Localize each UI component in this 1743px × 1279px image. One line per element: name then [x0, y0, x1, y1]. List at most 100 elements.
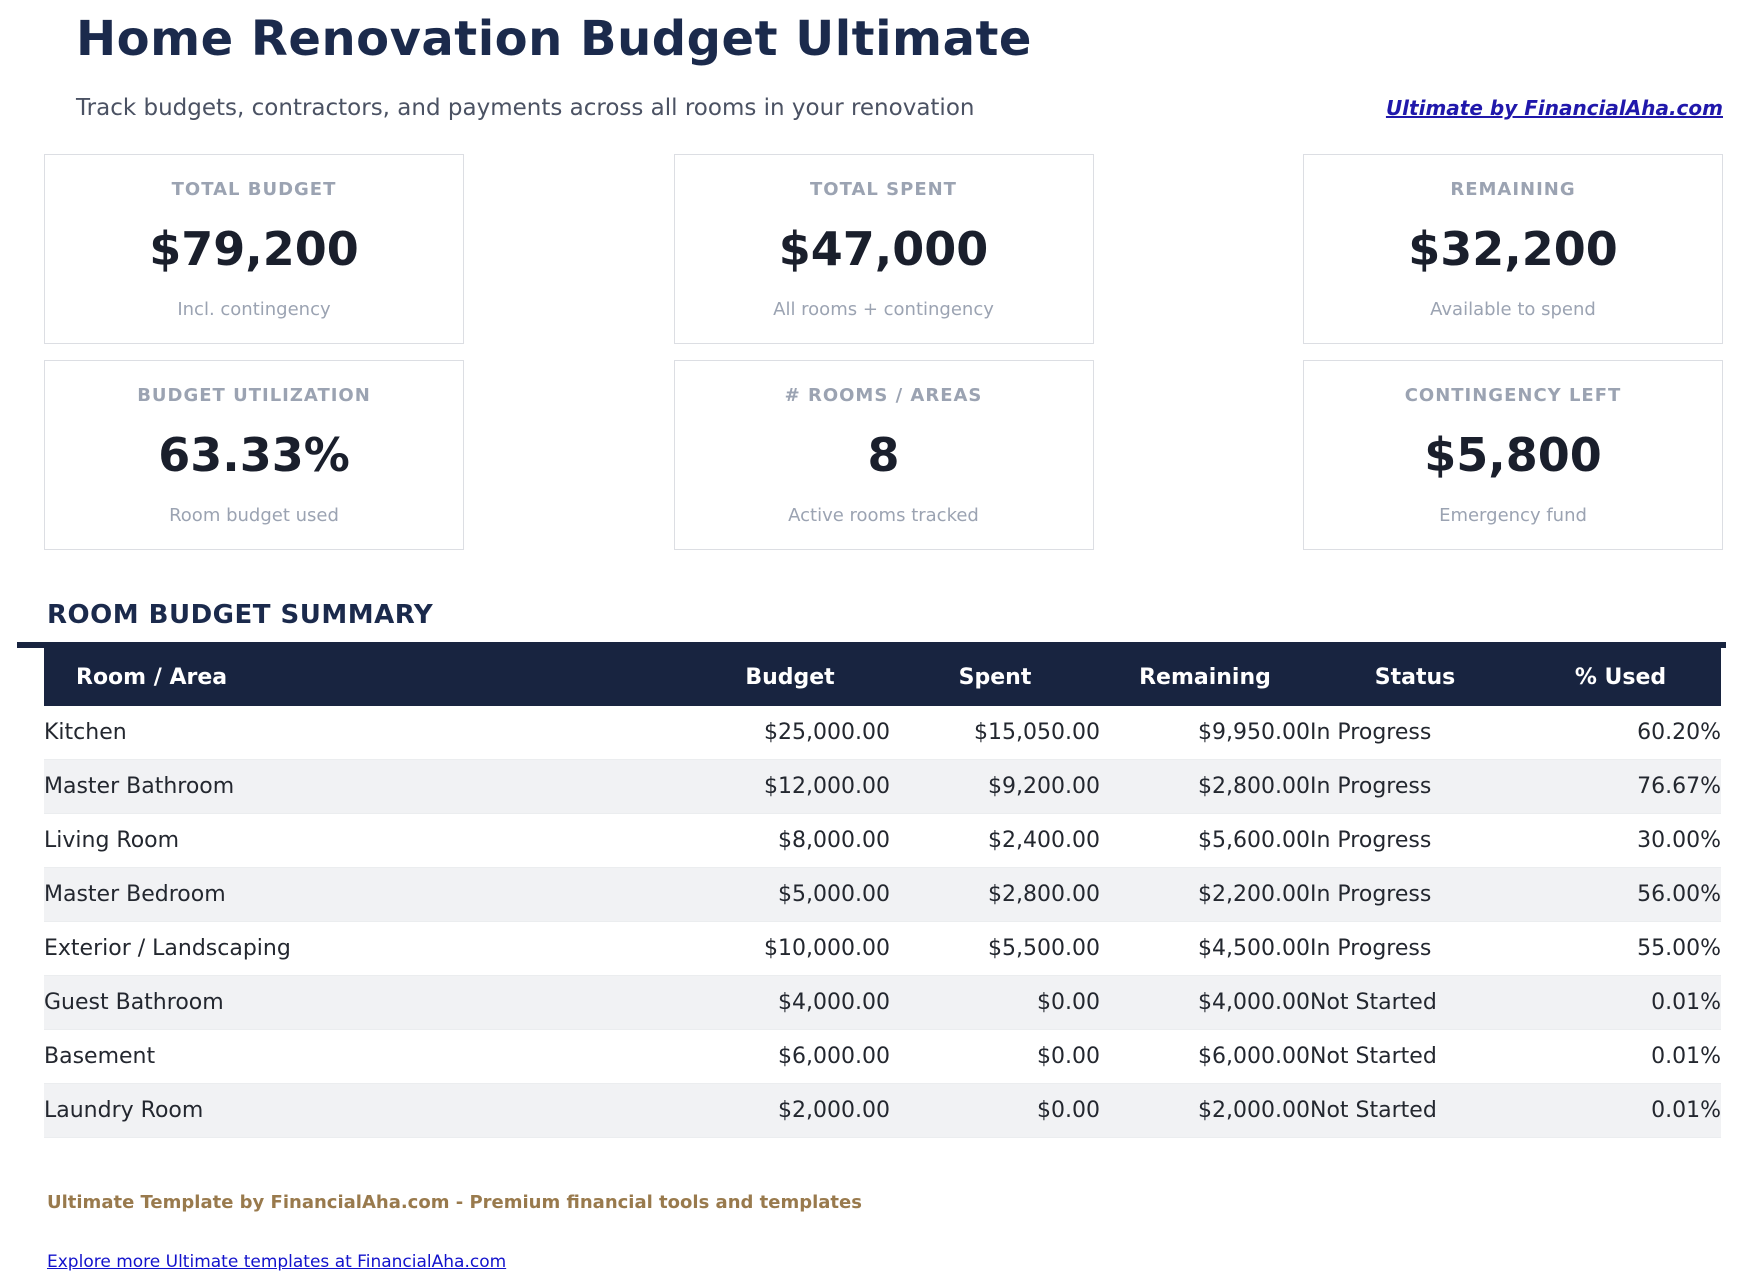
cell-budget: $25,000.00 [690, 706, 890, 760]
footer-tagline: Ultimate Template by FinancialAha.com - … [47, 1192, 1743, 1213]
cell-used: 0.01% [1520, 1084, 1721, 1138]
cell-spent: $0.00 [890, 1030, 1100, 1084]
table-row: Laundry Room $2,000.00 $0.00 $2,000.00 N… [44, 1084, 1721, 1138]
cell-budget: $5,000.00 [690, 868, 890, 922]
stat-label: REMAINING [1304, 179, 1722, 200]
col-header-remaining: Remaining [1100, 648, 1310, 706]
cell-room: Guest Bathroom [44, 976, 690, 1030]
cell-used: 60.20% [1520, 706, 1721, 760]
cell-budget: $10,000.00 [690, 922, 890, 976]
room-table-body: Kitchen $25,000.00 $15,050.00 $9,950.00 … [44, 706, 1721, 1138]
cell-status: In Progress [1310, 868, 1520, 922]
cell-budget: $12,000.00 [690, 760, 890, 814]
stat-sub: All rooms + contingency [675, 299, 1093, 320]
table-row: Exterior / Landscaping $10,000.00 $5,500… [44, 922, 1721, 976]
stat-value: $32,200 [1304, 226, 1722, 272]
cell-status: Not Started [1310, 976, 1520, 1030]
cell-status: Not Started [1310, 1030, 1520, 1084]
stat-sub: Room budget used [45, 505, 463, 526]
table-row: Basement $6,000.00 $0.00 $6,000.00 Not S… [44, 1030, 1721, 1084]
cell-spent: $9,200.00 [890, 760, 1100, 814]
cell-spent: $5,500.00 [890, 922, 1100, 976]
cell-room: Laundry Room [44, 1084, 690, 1138]
stat-label: CONTINGENCY LEFT [1304, 385, 1722, 406]
table-row: Kitchen $25,000.00 $15,050.00 $9,950.00 … [44, 706, 1721, 760]
cell-remaining: $2,200.00 [1100, 868, 1310, 922]
table-row: Guest Bathroom $4,000.00 $0.00 $4,000.00… [44, 976, 1721, 1030]
footer-explore-link[interactable]: Explore more Ultimate templates at Finan… [47, 1252, 506, 1272]
table-header: Room / Area Budget Spent Remaining Statu… [44, 648, 1721, 706]
cell-used: 0.01% [1520, 1030, 1721, 1084]
stat-card-remaining: REMAINING $32,200 Available to spend [1303, 154, 1723, 344]
stat-card-total-budget: TOTAL BUDGET $79,200 Incl. contingency [44, 154, 464, 344]
cell-status: In Progress [1310, 814, 1520, 868]
stat-value: $47,000 [675, 226, 1093, 272]
cell-status: In Progress [1310, 922, 1520, 976]
stat-card-budget-utilization: BUDGET UTILIZATION 63.33% Room budget us… [44, 360, 464, 550]
stat-card-contingency-left: CONTINGENCY LEFT $5,800 Emergency fund [1303, 360, 1723, 550]
cell-remaining: $9,950.00 [1100, 706, 1310, 760]
stat-value: $79,200 [45, 226, 463, 272]
cell-spent: $15,050.00 [890, 706, 1100, 760]
stat-label: # ROOMS / AREAS [675, 385, 1093, 406]
col-header-used: % Used [1520, 648, 1721, 706]
col-header-spent: Spent [890, 648, 1100, 706]
table-row: Master Bathroom $12,000.00 $9,200.00 $2,… [44, 760, 1721, 814]
cell-budget: $8,000.00 [690, 814, 890, 868]
cell-room: Master Bedroom [44, 868, 690, 922]
room-budget-table: Room / Area Budget Spent Remaining Statu… [44, 648, 1721, 1138]
cell-used: 55.00% [1520, 922, 1721, 976]
table-row: Living Room $8,000.00 $2,400.00 $5,600.0… [44, 814, 1721, 868]
brand-link[interactable]: Ultimate by FinancialAha.com [1386, 96, 1723, 120]
cell-spent: $2,800.00 [890, 868, 1100, 922]
cell-budget: $4,000.00 [690, 976, 890, 1030]
cell-remaining: $6,000.00 [1100, 1030, 1310, 1084]
cell-room: Basement [44, 1030, 690, 1084]
cell-used: 30.00% [1520, 814, 1721, 868]
cell-remaining: $4,000.00 [1100, 976, 1310, 1030]
stat-card-rooms-areas: # ROOMS / AREAS 8 Active rooms tracked [674, 360, 1094, 550]
stat-sub: Incl. contingency [45, 299, 463, 320]
stat-value: 8 [675, 432, 1093, 478]
cell-room: Exterior / Landscaping [44, 922, 690, 976]
cell-remaining: $4,500.00 [1100, 922, 1310, 976]
cell-spent: $0.00 [890, 976, 1100, 1030]
stat-value: $5,800 [1304, 432, 1722, 478]
cell-spent: $2,400.00 [890, 814, 1100, 868]
cell-remaining: $2,800.00 [1100, 760, 1310, 814]
stat-label: BUDGET UTILIZATION [45, 385, 463, 406]
stat-sub: Available to spend [1304, 299, 1722, 320]
table-row: Master Bedroom $5,000.00 $2,800.00 $2,20… [44, 868, 1721, 922]
stat-sub: Active rooms tracked [675, 505, 1093, 526]
cell-room: Kitchen [44, 706, 690, 760]
section-title: ROOM BUDGET SUMMARY [47, 600, 1743, 630]
table-header-row: Room / Area Budget Spent Remaining Statu… [44, 648, 1721, 706]
cell-room: Living Room [44, 814, 690, 868]
col-header-status: Status [1310, 648, 1520, 706]
cell-budget: $6,000.00 [690, 1030, 890, 1084]
cell-used: 56.00% [1520, 868, 1721, 922]
cell-status: In Progress [1310, 706, 1520, 760]
page: Home Renovation Budget Ultimate Track bu… [0, 0, 1743, 1279]
cell-budget: $2,000.00 [690, 1084, 890, 1138]
cell-room: Master Bathroom [44, 760, 690, 814]
stat-sub: Emergency fund [1304, 505, 1722, 526]
cell-used: 0.01% [1520, 976, 1721, 1030]
cell-status: In Progress [1310, 760, 1520, 814]
stat-label: TOTAL SPENT [675, 179, 1093, 200]
col-header-budget: Budget [690, 648, 890, 706]
stats-grid: TOTAL BUDGET $79,200 Incl. contingency T… [44, 154, 1723, 550]
stat-value: 63.33% [45, 432, 463, 478]
room-table-container: Room / Area Budget Spent Remaining Statu… [17, 642, 1726, 1138]
cell-remaining: $5,600.00 [1100, 814, 1310, 868]
stat-card-total-spent: TOTAL SPENT $47,000 All rooms + continge… [674, 154, 1094, 344]
page-title: Home Renovation Budget Ultimate [76, 12, 1723, 67]
cell-used: 76.67% [1520, 760, 1721, 814]
stat-label: TOTAL BUDGET [45, 179, 463, 200]
subtitle-row: Track budgets, contractors, and payments… [76, 95, 1723, 121]
cell-remaining: $2,000.00 [1100, 1084, 1310, 1138]
page-subtitle: Track budgets, contractors, and payments… [76, 95, 974, 121]
cell-spent: $0.00 [890, 1084, 1100, 1138]
cell-status: Not Started [1310, 1084, 1520, 1138]
col-header-room: Room / Area [44, 648, 690, 706]
